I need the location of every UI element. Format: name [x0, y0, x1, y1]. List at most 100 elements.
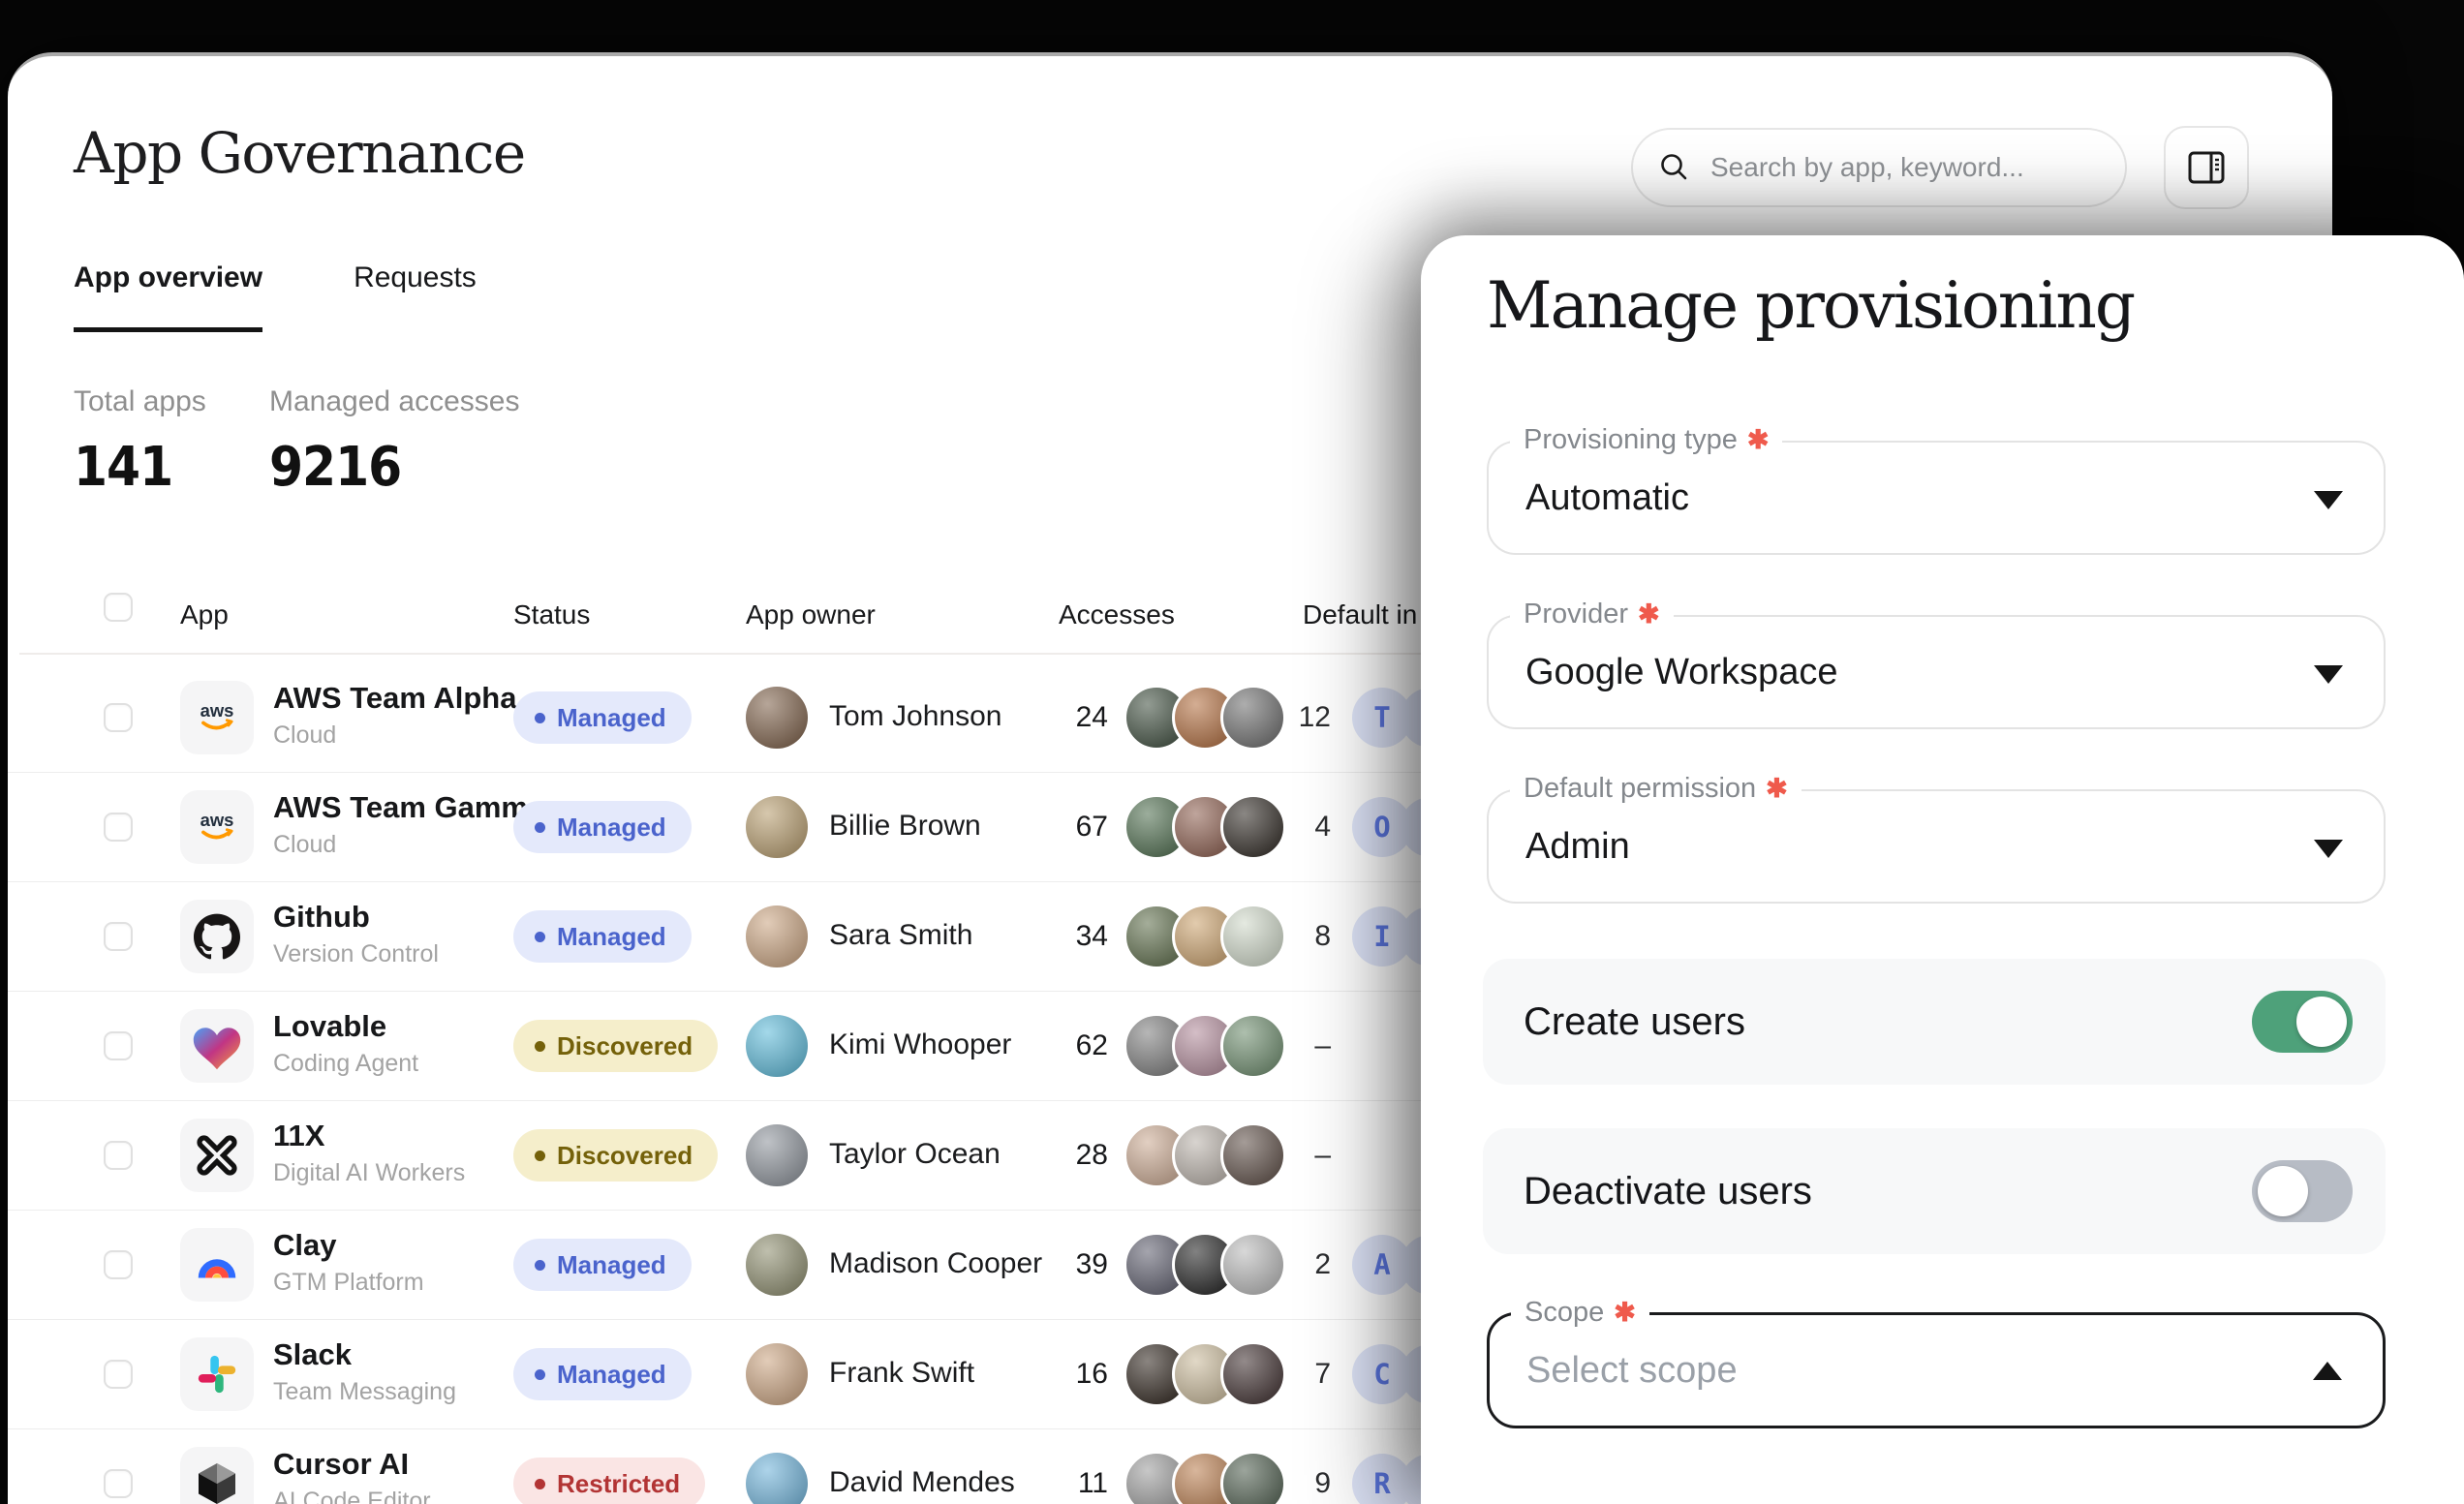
default-in-count: 4: [1278, 811, 1331, 844]
status-badge: Discovered: [513, 1129, 718, 1182]
app-category: Coding Agent: [273, 1050, 418, 1078]
app-category: Cloud: [273, 721, 336, 750]
app-name: 11X: [273, 1119, 324, 1153]
status-dot: [535, 822, 545, 833]
required-asterisk: ✱: [1766, 774, 1788, 804]
tab-app-overview[interactable]: App overview: [74, 261, 262, 332]
access-avatar: [1220, 1013, 1286, 1079]
toggle-side-panel-button[interactable]: [2164, 126, 2249, 209]
access-avatars: [1124, 904, 1286, 969]
elevenx-icon: [180, 1119, 254, 1192]
default-in-count: 2: [1278, 1248, 1331, 1281]
row-checkbox[interactable]: [104, 1469, 133, 1498]
status-label: Managed: [557, 703, 666, 733]
app-name: Slack: [273, 1337, 352, 1372]
cursor-icon: [180, 1447, 254, 1504]
column-header-default-in: Default in: [1303, 599, 1417, 630]
access-avatar: [1220, 685, 1286, 751]
access-avatars: [1124, 1232, 1286, 1298]
default-in-count: 7: [1278, 1358, 1331, 1391]
scope-placeholder: Select scope: [1526, 1350, 1738, 1392]
default-in-count: –: [1278, 1139, 1331, 1172]
status-label: Managed: [557, 922, 666, 952]
accesses-count: 34: [1021, 920, 1108, 953]
row-checkbox[interactable]: [104, 813, 133, 842]
aws-icon: aws: [180, 681, 254, 754]
status-label: Discovered: [557, 1031, 693, 1061]
row-checkbox[interactable]: [104, 1031, 133, 1060]
status-dot: [535, 932, 545, 942]
page-title: App Governance: [74, 120, 525, 186]
svg-text:aws: aws: [200, 810, 234, 830]
stat-total-apps-value: 141: [74, 436, 172, 499]
owner-name: Sara Smith: [829, 919, 972, 952]
provisioning-type-label: Provisioning type: [1524, 424, 1738, 456]
search-box[interactable]: [1631, 128, 2127, 207]
tab-requests[interactable]: Requests: [354, 261, 477, 332]
row-checkbox[interactable]: [104, 1141, 133, 1170]
aws-icon: aws: [180, 790, 254, 864]
github-icon: [180, 900, 254, 973]
status-dot: [535, 1260, 545, 1271]
row-checkbox[interactable]: [104, 1360, 133, 1389]
create-users-row: Create users: [1483, 959, 2386, 1085]
stat-managed-accesses-label: Managed accesses: [269, 385, 520, 418]
owner-avatar: [746, 1124, 808, 1186]
provider-label: Provider: [1524, 599, 1628, 630]
status-badge: Managed: [513, 691, 692, 744]
status-dot: [535, 713, 545, 723]
default-permission-select[interactable]: Default permission ✱ Admin: [1487, 789, 2386, 904]
access-avatar: [1220, 1232, 1286, 1298]
chevron-down-icon: [2314, 840, 2343, 858]
default-in-count: 12: [1278, 701, 1331, 734]
column-header-status: Status: [513, 599, 590, 630]
default-permission-value: Admin: [1525, 826, 1630, 868]
slack-icon: [180, 1337, 254, 1411]
accesses-count: 16: [1021, 1358, 1108, 1391]
accesses-count: 28: [1021, 1139, 1108, 1172]
create-users-toggle[interactable]: [2252, 991, 2353, 1053]
provisioning-type-select[interactable]: Provisioning type ✱ Automatic: [1487, 441, 2386, 555]
clay-icon: [180, 1228, 254, 1302]
owner-avatar: [746, 1015, 808, 1077]
owner-name: Billie Brown: [829, 810, 981, 843]
scope-select[interactable]: Scope ✱ Select scope: [1487, 1312, 2386, 1428]
app-category: Digital AI Workers: [273, 1159, 465, 1187]
status-badge: Managed: [513, 1239, 692, 1291]
search-icon: [1658, 151, 1691, 184]
app-name: Clay: [273, 1228, 336, 1263]
status-badge: Managed: [513, 801, 692, 853]
tab-bar: App overview Requests: [74, 261, 477, 332]
deactivate-users-row: Deactivate users: [1483, 1128, 2386, 1254]
deactivate-users-toggle[interactable]: [2252, 1160, 2353, 1222]
accesses-count: 62: [1021, 1029, 1108, 1062]
svg-text:aws: aws: [200, 700, 234, 721]
stat-managed-accesses-value: 9216: [269, 436, 401, 499]
app-name: AWS Team Gamma: [273, 790, 544, 825]
row-checkbox[interactable]: [104, 922, 133, 951]
search-input[interactable]: [1709, 151, 2080, 184]
access-avatar: [1220, 794, 1286, 860]
select-all-checkbox[interactable]: [104, 593, 133, 622]
access-avatars: [1124, 1013, 1286, 1079]
access-avatar: [1220, 904, 1286, 969]
owner-avatar: [746, 1343, 808, 1405]
status-label: Discovered: [557, 1141, 693, 1171]
default-permission-label: Default permission: [1524, 773, 1756, 805]
owner-name: Tom Johnson: [829, 700, 1001, 733]
owner-name: Frank Swift: [829, 1357, 974, 1390]
app-name: Github: [273, 900, 370, 935]
provider-select[interactable]: Provider ✱ Google Workspace: [1487, 615, 2386, 729]
row-checkbox[interactable]: [104, 703, 133, 732]
status-dot: [535, 1479, 545, 1489]
access-avatar: [1220, 1341, 1286, 1407]
panel-title: Manage provisioning: [1487, 268, 2134, 343]
access-avatars: [1124, 1341, 1286, 1407]
access-avatar: [1220, 1122, 1286, 1188]
required-asterisk: ✱: [1614, 1298, 1636, 1328]
status-badge: Managed: [513, 1348, 692, 1400]
row-checkbox[interactable]: [104, 1250, 133, 1279]
owner-avatar: [746, 905, 808, 967]
stat-total-apps-label: Total apps: [74, 385, 206, 418]
access-avatars: [1124, 794, 1286, 860]
